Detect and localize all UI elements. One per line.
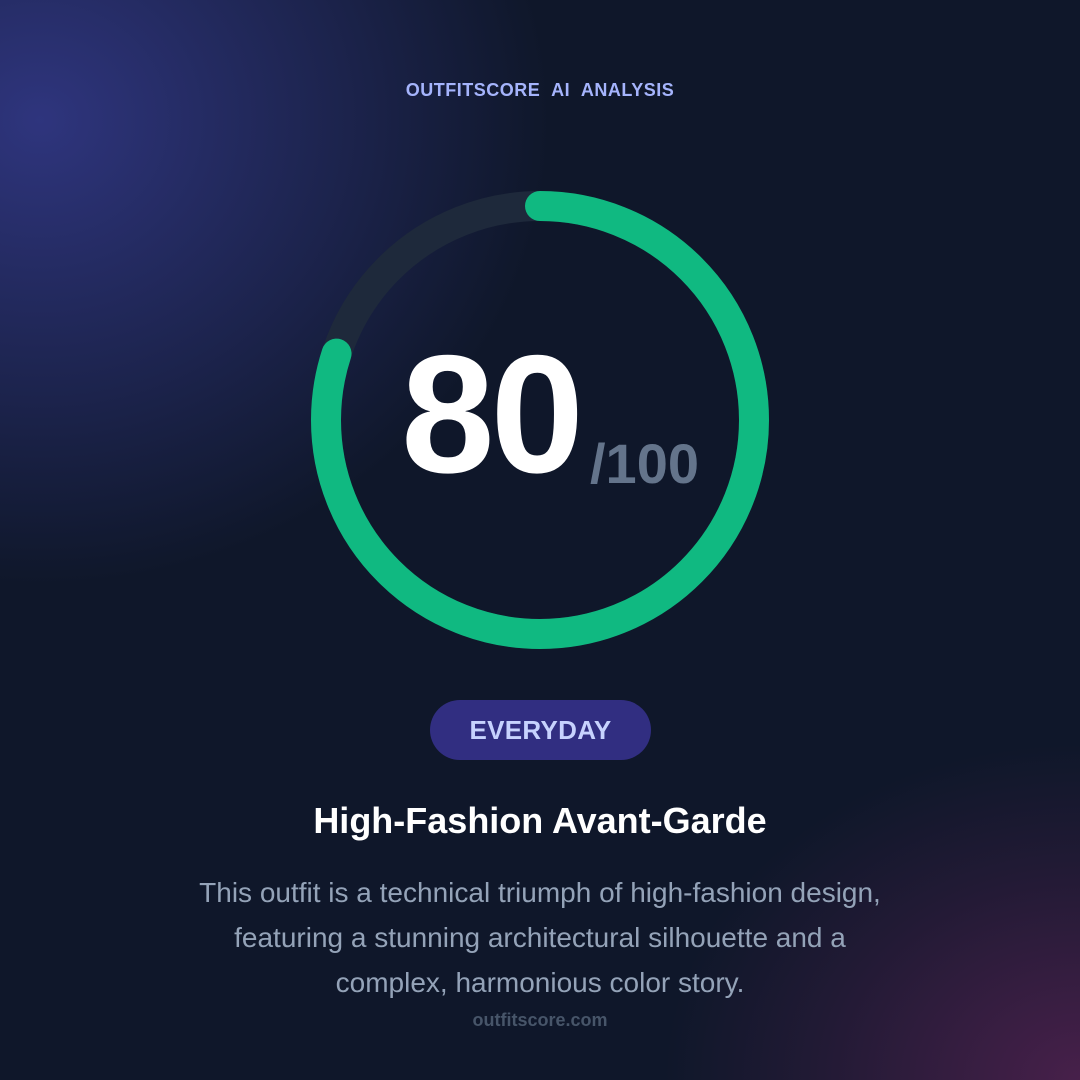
result-description: This outfit is a technical triumph of hi… — [199, 877, 881, 998]
score-value: 80 — [401, 320, 584, 508]
brand-header: OUTFITSCORE AI ANALYSIS — [405, 80, 675, 100]
result-title: High-Fashion Avant-Garde — [313, 800, 767, 841]
score-card: OUTFITSCORE AI ANALYSIS 80 /100 EVERYDAY… — [0, 0, 1080, 1080]
score-max: /100 — [590, 432, 699, 495]
score-gauge: 80 /100 — [310, 190, 770, 650]
footer-site: outfitscore.com — [472, 1010, 608, 1030]
score-readout: 80 /100 — [310, 190, 770, 650]
category-badge: EVERYDAY — [430, 700, 651, 760]
